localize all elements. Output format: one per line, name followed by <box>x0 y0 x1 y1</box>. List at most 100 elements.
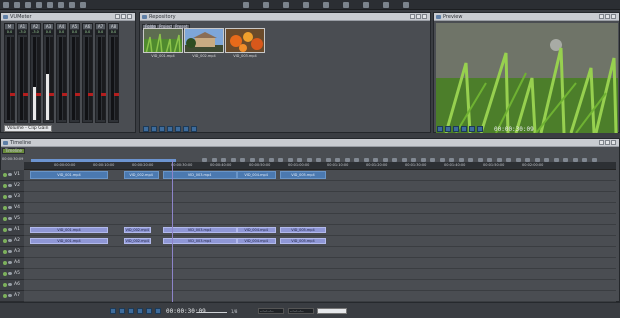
timeline-clip[interactable]: VID_001.mp4 <box>30 238 108 244</box>
clip-thumbnail[interactable] <box>225 28 265 53</box>
repository-action-button[interactable] <box>191 126 197 132</box>
track-lane[interactable] <box>24 192 616 203</box>
repository-action-button[interactable] <box>167 126 173 132</box>
track-lane[interactable]: VID_001.mp4 VID_002.mp4 VID_003.mp4 VID_004… <box>24 225 616 236</box>
capture-icon[interactable] <box>36 2 42 8</box>
track-enable-icon[interactable] <box>3 228 7 232</box>
clip-thumbnail[interactable] <box>184 28 224 53</box>
render-icon[interactable] <box>363 2 369 8</box>
track-enable-icon[interactable] <box>3 239 7 243</box>
fader-knob[interactable] <box>23 93 28 96</box>
save-icon[interactable] <box>25 2 31 8</box>
timeline-clip[interactable]: VID_003.mp4 <box>162 171 237 179</box>
maximize-button[interactable] <box>605 14 610 19</box>
transport-button[interactable] <box>437 126 443 132</box>
close-button[interactable] <box>611 140 616 145</box>
minimize-button[interactable] <box>599 140 604 145</box>
open-icon[interactable] <box>14 2 20 8</box>
track-header-a1[interactable]: A1 <box>0 225 24 236</box>
settings-icon[interactable] <box>47 2 53 8</box>
repository-action-button[interactable] <box>151 126 157 132</box>
track-lane[interactable] <box>24 214 616 225</box>
close-button[interactable] <box>422 14 427 19</box>
fader-track[interactable] <box>63 37 66 120</box>
transport-button[interactable] <box>146 308 152 314</box>
minimize-button[interactable] <box>599 14 604 19</box>
eye-icon[interactable] <box>8 217 12 220</box>
track-header-v1[interactable]: V1 <box>0 170 24 181</box>
eye-icon[interactable] <box>8 239 12 242</box>
eye-icon[interactable] <box>8 228 12 231</box>
fader-track[interactable] <box>76 37 79 120</box>
eye-icon[interactable] <box>8 261 12 264</box>
timeline-clip[interactable]: VID_002.mp4 <box>123 171 159 179</box>
timeline-clip[interactable]: VID_003.mp4 <box>162 227 237 233</box>
status-dropdown[interactable] <box>317 308 347 314</box>
timeline-clip[interactable]: VID_004.mp4 <box>236 238 276 244</box>
track-lane[interactable] <box>24 181 616 192</box>
eye-icon[interactable] <box>8 272 12 275</box>
maximize-button[interactable] <box>416 14 421 19</box>
eye-icon[interactable] <box>8 173 12 176</box>
fader-knob[interactable] <box>49 93 54 96</box>
transport-button[interactable] <box>128 308 134 314</box>
repository-action-button[interactable] <box>143 126 149 132</box>
delete-icon[interactable] <box>283 2 289 8</box>
fader-track[interactable] <box>24 37 27 120</box>
copy-icon[interactable] <box>243 2 249 8</box>
minimize-button[interactable] <box>115 14 120 19</box>
track-header-a7[interactable]: A7 <box>0 291 24 302</box>
split-icon[interactable] <box>303 2 309 8</box>
maximize-button[interactable] <box>121 14 126 19</box>
track-enable-icon[interactable] <box>3 217 7 221</box>
timeline-clip[interactable]: VID_004.mp4 <box>236 171 276 179</box>
track-enable-icon[interactable] <box>3 173 7 177</box>
track-enable-icon[interactable] <box>3 195 7 199</box>
fader-knob[interactable] <box>62 93 67 96</box>
mark-out-icon[interactable] <box>343 2 349 8</box>
track-header-a6[interactable]: A6 <box>0 280 24 291</box>
timeline-clip[interactable]: VID_002.mp4 <box>123 238 151 244</box>
tab-timeline[interactable]: Timeline <box>2 148 26 154</box>
zoom-slider[interactable] <box>197 312 227 313</box>
timeline-clip[interactable]: VID_003.mp4 <box>162 238 237 244</box>
track-lane[interactable] <box>24 258 616 269</box>
track-header-v2[interactable]: V2 <box>0 181 24 192</box>
redo-icon[interactable] <box>69 2 75 8</box>
transport-button[interactable] <box>469 126 475 132</box>
eye-icon[interactable] <box>8 184 12 187</box>
close-button[interactable] <box>611 14 616 19</box>
track-lane[interactable]: VID_001.mp4 VID_002.mp4 VID_003.mp4 VID_004… <box>24 236 616 247</box>
track-header-v4[interactable]: V4 <box>0 203 24 214</box>
eye-icon[interactable] <box>8 250 12 253</box>
track-lane[interactable] <box>24 269 616 280</box>
eye-icon[interactable] <box>8 283 12 286</box>
help-icon[interactable] <box>403 2 409 8</box>
track-lane[interactable] <box>24 247 616 258</box>
transport-button[interactable] <box>453 126 459 132</box>
track-enable-icon[interactable] <box>3 250 7 254</box>
fader-knob[interactable] <box>114 93 119 96</box>
in-point-field[interactable]: --:--:--:-- <box>258 308 284 314</box>
fader-track[interactable] <box>115 37 118 120</box>
track-header-a5[interactable]: A5 <box>0 269 24 280</box>
cut-icon[interactable] <box>80 2 86 8</box>
timeline-clip[interactable]: VID_002.mp4 <box>123 227 151 233</box>
fader-track[interactable] <box>50 37 53 120</box>
out-point-field[interactable]: --:--:--:-- <box>288 308 314 314</box>
fader-track[interactable] <box>89 37 92 120</box>
undo-icon[interactable] <box>58 2 64 8</box>
transport-button[interactable] <box>110 308 116 314</box>
fader-track[interactable] <box>102 37 105 120</box>
transport-button[interactable] <box>461 126 467 132</box>
mark-in-icon[interactable] <box>323 2 329 8</box>
transport-button[interactable] <box>119 308 125 314</box>
timeline-clip[interactable]: VID_001.mp4 <box>30 227 108 233</box>
track-enable-icon[interactable] <box>3 283 7 287</box>
track-lane[interactable] <box>24 280 616 291</box>
timeline-clip[interactable]: VID_005.mp4 <box>279 171 327 179</box>
timeline-clip[interactable]: VID_005.mp4 <box>279 227 327 233</box>
fader-knob[interactable] <box>75 93 80 96</box>
transport-button[interactable] <box>137 308 143 314</box>
repository-action-button[interactable] <box>159 126 165 132</box>
